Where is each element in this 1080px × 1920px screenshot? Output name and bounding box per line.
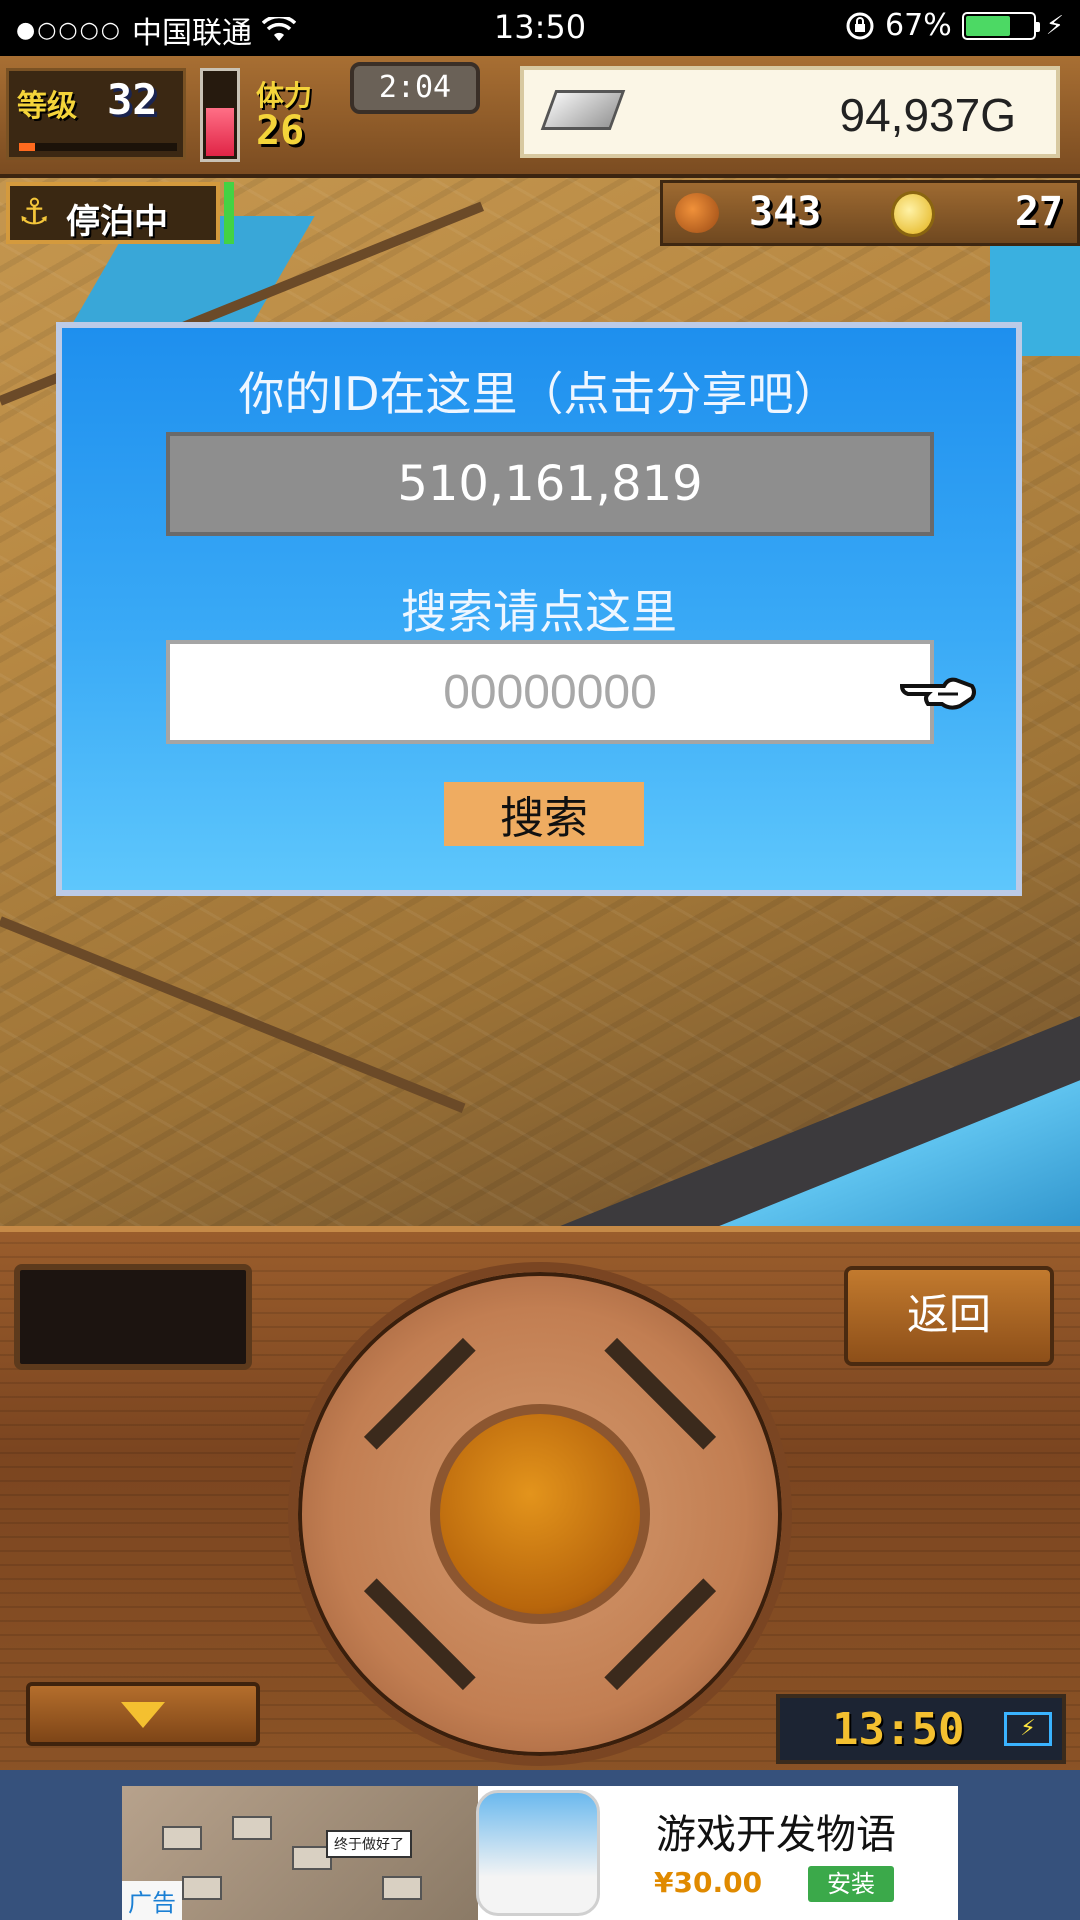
level-label: 等级 bbox=[17, 89, 77, 124]
anchor-icon: ⚓ bbox=[18, 192, 51, 233]
gold-value: 94,937G bbox=[839, 89, 1016, 141]
stamina-value: 26 bbox=[256, 108, 305, 154]
ad-screenshot: 终于做好了 广告 bbox=[122, 1786, 478, 1920]
id-search-dialog: 你的ID在这里（点击分享吧） 510,161,819 搜索请点这里 搜索 bbox=[56, 322, 1022, 896]
docked-status-label: 停泊中 bbox=[66, 202, 168, 242]
ad-banner[interactable]: 终于做好了 广告 游戏开发物语 ¥30.00 安装 bbox=[122, 1786, 958, 1920]
orientation-lock-icon bbox=[846, 12, 874, 39]
back-button[interactable]: 返回 bbox=[844, 1266, 1054, 1366]
dpad-center-button[interactable] bbox=[430, 1404, 650, 1624]
control-panel: 返回 13:50 ⚡ bbox=[0, 1226, 1080, 1776]
battery-charging-icon: ⚡ bbox=[1004, 1712, 1052, 1746]
docked-status-badge[interactable]: ⚓ 停泊中 bbox=[6, 182, 220, 244]
status-bar: ●○○○○ 中国联通 13:50 67% ⚡ bbox=[0, 0, 1080, 56]
resource-bar: 343 27 bbox=[660, 180, 1080, 246]
stamina-gauge bbox=[200, 68, 240, 162]
search-label: 搜索请点这里 bbox=[401, 585, 677, 639]
dpad-divider bbox=[363, 1337, 476, 1450]
battery-icon bbox=[961, 11, 1040, 40]
info-screen bbox=[14, 1264, 252, 1370]
silver-bar-icon bbox=[540, 90, 626, 130]
search-button[interactable]: 搜索 bbox=[444, 782, 644, 846]
menu-down-button[interactable] bbox=[26, 1682, 260, 1746]
status-gauge bbox=[224, 182, 234, 244]
gold-display: 94,937G bbox=[520, 66, 1060, 158]
search-id-input[interactable] bbox=[166, 640, 934, 744]
dpad-divider bbox=[604, 1578, 717, 1691]
level-display: 等级 32 bbox=[6, 68, 186, 160]
ad-label: 广告 bbox=[122, 1881, 182, 1920]
meat-count: 343 bbox=[749, 189, 822, 235]
down-arrow-icon bbox=[121, 1702, 165, 1728]
game-clock-time: 13:50 bbox=[832, 1704, 965, 1755]
app-icon bbox=[476, 1790, 600, 1916]
player-id-box[interactable]: 510,161,819 bbox=[166, 432, 934, 536]
battery-percent: 67% bbox=[885, 8, 952, 43]
game-clock: 13:50 ⚡ bbox=[776, 1694, 1066, 1764]
top-hud: 等级 32 体力 26 2:04 94,937G bbox=[0, 56, 1080, 178]
directional-pad[interactable] bbox=[288, 1262, 792, 1766]
charging-icon: ⚡ bbox=[1045, 10, 1064, 41]
ad-speech-bubble: 终于做好了 bbox=[326, 1830, 412, 1858]
meat-icon bbox=[675, 193, 719, 233]
ad-price: ¥30.00 bbox=[654, 1866, 763, 1899]
medal-icon bbox=[891, 191, 935, 237]
install-button[interactable]: 安装 bbox=[808, 1866, 894, 1902]
dialog-title[interactable]: 你的ID在这里（点击分享吧） bbox=[62, 358, 1016, 424]
dpad-divider bbox=[604, 1337, 717, 1450]
ad-banner-area: 终于做好了 广告 游戏开发物语 ¥30.00 安装 bbox=[0, 1770, 1080, 1920]
ad-app-title: 游戏开发物语 bbox=[656, 1812, 896, 1858]
dpad-divider bbox=[363, 1578, 476, 1691]
level-progress-bar bbox=[19, 143, 177, 151]
deck-railing bbox=[0, 916, 466, 1113]
pointing-hand-icon bbox=[899, 677, 976, 710]
timer-display: 2:04 bbox=[350, 62, 480, 114]
medal-count: 27 bbox=[1014, 189, 1063, 235]
level-value: 32 bbox=[107, 75, 158, 124]
